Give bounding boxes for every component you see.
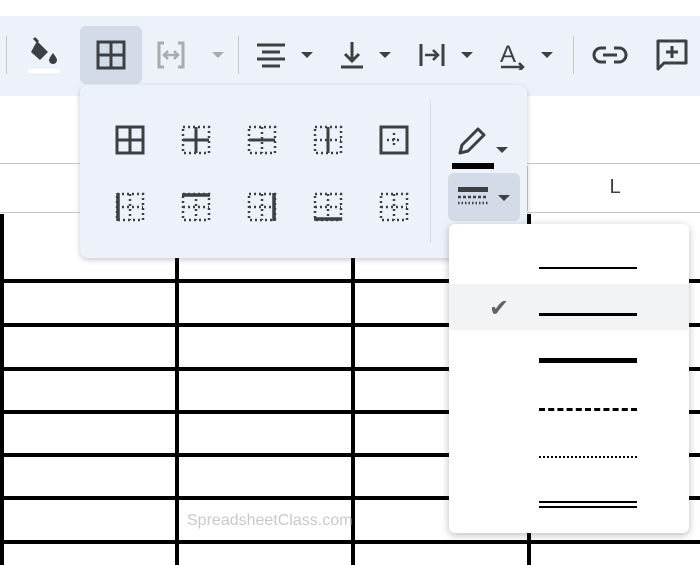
left-border-button[interactable] <box>110 187 150 227</box>
top-border-icon <box>181 192 211 222</box>
cell-border-row <box>0 540 700 544</box>
panel-divider <box>430 99 431 243</box>
horizontal-borders-button[interactable] <box>242 120 282 160</box>
double-line-swatch <box>539 501 637 508</box>
align-bottom-icon <box>341 42 391 69</box>
text-rotation-button[interactable]: A <box>494 26 564 84</box>
outer-borders-button[interactable] <box>374 120 414 160</box>
align-center-icon <box>257 43 313 68</box>
medium-solid-line-swatch <box>539 313 637 316</box>
right-border-icon <box>247 192 277 222</box>
bottom-border-icon <box>313 192 343 222</box>
vertical-align-button[interactable] <box>332 26 402 84</box>
left-border-icon <box>115 192 145 222</box>
horizontal-borders-icon <box>247 125 277 155</box>
merge-cells-button[interactable] <box>152 26 230 84</box>
toolbar-separator <box>573 36 574 74</box>
link-icon <box>592 46 628 64</box>
text-wrap-icon <box>419 44 473 66</box>
vertical-borders-icon <box>313 125 343 155</box>
border-style-icon <box>458 187 510 205</box>
borders-button[interactable] <box>80 26 142 84</box>
bottom-border-button[interactable] <box>308 187 348 227</box>
paint-bucket-icon <box>28 36 60 75</box>
dotted-line-swatch <box>539 456 637 458</box>
border-style-dashed[interactable] <box>449 386 689 432</box>
insert-comment-button[interactable] <box>648 26 696 84</box>
border-style-menu: ✔ <box>449 224 689 533</box>
border-style-thick-solid[interactable] <box>449 336 689 382</box>
clear-borders-icon <box>379 192 409 222</box>
horizontal-align-button[interactable] <box>250 26 320 84</box>
clear-borders-button[interactable] <box>374 187 414 227</box>
border-style-medium-solid[interactable]: ✔ <box>449 284 689 330</box>
all-borders-icon <box>115 125 145 155</box>
cell-border-column <box>175 214 179 565</box>
cell-border-column <box>0 214 4 565</box>
borders-grid-icon <box>96 40 126 70</box>
checkmark-icon: ✔ <box>489 295 510 322</box>
svg-text:A: A <box>500 41 516 68</box>
column-header-divider <box>527 166 528 211</box>
inner-borders-button[interactable] <box>176 120 216 160</box>
outer-borders-icon <box>379 125 409 155</box>
right-border-button[interactable] <box>242 187 282 227</box>
toolbar-separator <box>238 36 239 74</box>
border-color-swatch <box>452 163 494 169</box>
thick-solid-line-swatch <box>539 358 637 363</box>
fill-color-button[interactable] <box>18 26 70 84</box>
border-style-dotted[interactable] <box>449 434 689 480</box>
all-borders-button[interactable] <box>110 120 150 160</box>
border-style-double[interactable] <box>449 479 689 525</box>
vertical-borders-button[interactable] <box>308 120 348 160</box>
toolbar: A <box>0 0 700 97</box>
inner-borders-icon <box>181 125 211 155</box>
dashed-line-swatch <box>539 408 637 411</box>
toolbar-separator <box>6 36 7 74</box>
insert-link-button[interactable] <box>586 26 634 84</box>
top-border-button[interactable] <box>176 187 216 227</box>
border-style-button[interactable] <box>448 173 520 221</box>
watermark: SpreadsheetClass.com <box>187 512 353 529</box>
thin-solid-line-swatch <box>539 267 637 269</box>
column-header-l[interactable]: L <box>530 166 700 208</box>
add-comment-icon <box>656 39 688 71</box>
merge-cells-icon <box>157 41 224 69</box>
text-rotation-icon: A <box>500 41 553 70</box>
text-wrapping-button[interactable] <box>412 26 484 84</box>
pencil-icon <box>458 127 508 155</box>
